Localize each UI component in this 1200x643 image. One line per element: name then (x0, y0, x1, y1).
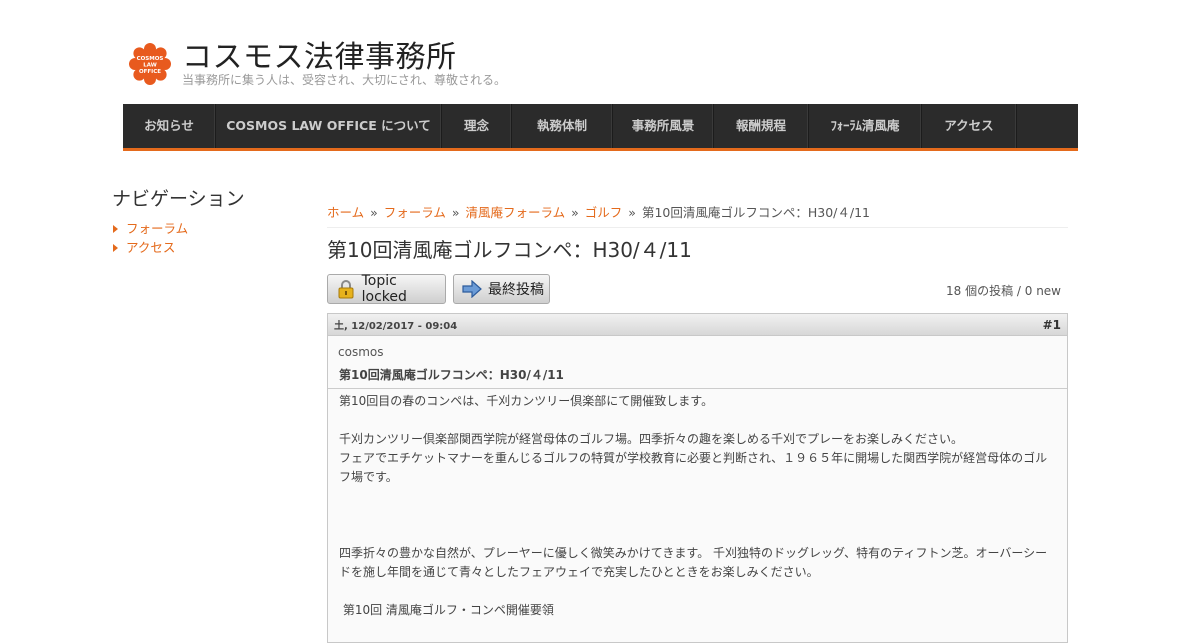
lock-icon (336, 279, 356, 299)
last-post-label: 最終投稿 (488, 282, 544, 298)
post-paragraph (339, 487, 1056, 506)
cosmos-logo[interactable]: COSMOS LAW OFFICE (129, 43, 171, 85)
breadcrumb-separator: » (628, 205, 636, 220)
breadcrumb-seifuan-forum[interactable]: 清風庵フォーラム (466, 205, 566, 220)
breadcrumb-home[interactable]: ホーム (327, 205, 364, 220)
svg-text:LAW: LAW (143, 63, 157, 69)
post-header: 土, 12/02/2017 - 09:04 #1 (328, 314, 1067, 336)
nav-item-office-views[interactable]: 事務所風景 (613, 104, 714, 148)
post-paragraph (339, 525, 1056, 544)
site-slogan: 当事務所に集う人は、受容され、大切にされ、尊敬される。 (182, 73, 507, 87)
breadcrumb-separator: » (451, 205, 460, 220)
post-paragraph: フェアでエチケットマナーを重んじるゴルフの特質が学校教育に必要と判断され、１９６… (339, 451, 1048, 484)
sidebar-link-forum[interactable]: フォーラム (126, 219, 188, 238)
breadcrumb: ホーム » フォーラム » 清風庵フォーラム » ゴルフ » 第10回清風庵ゴル… (327, 202, 870, 221)
post-body: 第10回目の春のコンペは、千刈カンツリー倶楽部にて開催致します。 千刈カンツリー… (328, 389, 1067, 620)
nav-item-forum[interactable]: ﾌｫｰﾗﾑ清風庵 (809, 104, 922, 148)
nav-item-philosophy[interactable]: 理念 (442, 104, 512, 148)
bullet-icon (113, 224, 118, 233)
nav-item-news[interactable]: お知らせ (123, 104, 216, 148)
post-date: 土, 12/02/2017 - 09:04 (334, 321, 458, 332)
topic-locked-button[interactable]: Topic locked (327, 273, 446, 305)
sidebar-item-forum: フォーラム (112, 219, 188, 238)
breadcrumb-forum[interactable]: フォーラム (384, 205, 446, 220)
breadcrumb-divider (327, 227, 1068, 228)
page-title: 第10回清風庵ゴルフコンペ：H30/４/11 (327, 238, 692, 262)
post-paragraph (339, 411, 1056, 430)
breadcrumb-separator: » (370, 205, 378, 220)
forum-post: 土, 12/02/2017 - 09:04 #1 cosmos 第10回清風庵ゴ… (327, 313, 1068, 643)
breadcrumb-separator: » (571, 205, 579, 220)
post-paragraph (339, 506, 1056, 525)
nav-item-about[interactable]: COSMOS LAW OFFICE について (216, 104, 442, 148)
sidebar-title: ナビゲーション (112, 188, 245, 210)
sidebar-link-access[interactable]: アクセス (126, 238, 175, 257)
nav-item-staff[interactable]: 執務体制 (512, 104, 613, 148)
post-subject: 第10回清風庵ゴルフコンペ：H30/４/11 (328, 366, 1067, 389)
bullet-icon (113, 243, 118, 252)
post-permalink[interactable]: #1 (1043, 318, 1061, 332)
nav-item-fees[interactable]: 報酬規程 (714, 104, 809, 148)
post-paragraph: 第10回 清風庵ゴルフ・コンペ開催要領 (339, 603, 554, 617)
nav-item-access[interactable]: アクセス (922, 104, 1017, 148)
post-paragraph (339, 582, 1056, 601)
breadcrumb-golf[interactable]: ゴルフ (585, 205, 623, 220)
sidebar-menu: フォーラム アクセス (112, 219, 188, 257)
post-paragraph: 四季折々の豊かな自然が、プレーヤーに優しく微笑みかけてきます。 千刈独特のドッグ… (339, 546, 1048, 579)
last-post-button[interactable]: 最終投稿 (453, 274, 550, 304)
post-paragraph: 千刈カンツリー倶楽部関西学院が経営母体のゴルフ場。四季折々の趣を楽しめる千刈でプ… (339, 432, 964, 446)
breadcrumb-current: 第10回清風庵ゴルフコンペ：H30/４/11 (641, 205, 870, 220)
svg-text:COSMOS: COSMOS (137, 56, 164, 62)
main-menu: お知らせ COSMOS LAW OFFICE について 理念 執務体制 事務所風… (123, 104, 1078, 151)
arrow-right-icon (462, 279, 482, 299)
post-paragraph: 第10回目の春のコンペは、千刈カンツリー倶楽部にて開催致します。 (339, 394, 714, 408)
post-author[interactable]: cosmos (328, 336, 1067, 360)
sidebar-item-access: アクセス (112, 238, 188, 257)
topic-locked-label: Topic locked (361, 273, 407, 305)
post-count: 18 個の投稿 / 0 new (945, 284, 1061, 298)
svg-text:OFFICE: OFFICE (139, 69, 161, 75)
